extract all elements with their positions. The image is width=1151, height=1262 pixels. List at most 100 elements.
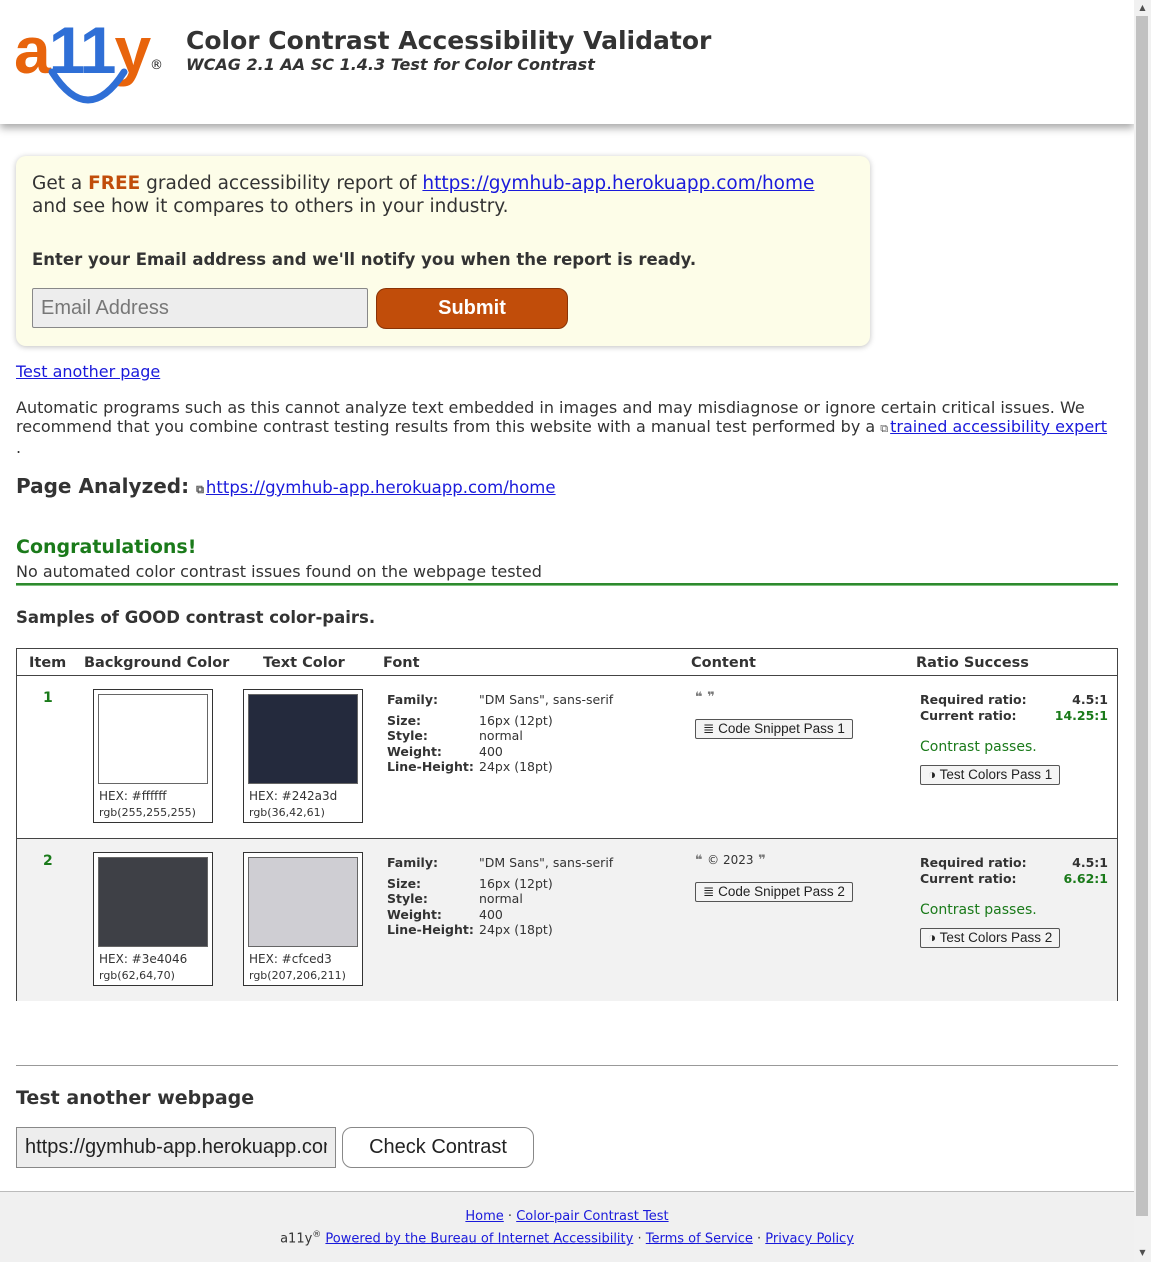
promo-free: FREE: [88, 173, 141, 194]
promo-url-link[interactable]: https://gymhub-app.herokuapp.com/home: [422, 173, 814, 194]
current-label: Current ratio:: [920, 708, 1017, 723]
logo-registered: ®: [150, 58, 163, 73]
required-value: 4.5:1: [1072, 692, 1108, 707]
col-header-text-color: Text Color: [263, 655, 345, 671]
test-colors-button[interactable]: ◑ Test Colors Pass 2: [920, 928, 1061, 948]
footer-powered-link[interactable]: Powered by the Bureau of Internet Access…: [325, 1231, 633, 1246]
footer-separator: ·: [507, 1209, 513, 1224]
line-height-label: Line-Height:: [387, 922, 474, 937]
font-style-label: Style:: [387, 728, 428, 743]
required-value: 4.5:1: [1072, 855, 1108, 870]
logo-smile-icon: [48, 68, 128, 104]
background-swatch: HEX: #ffffff rgb(255,255,255): [93, 689, 213, 823]
text-color-swatch: HEX: #242a3d rgb(36,42,61): [243, 689, 363, 823]
col-header-background: Background Color: [84, 655, 230, 671]
hex-value: HEX: #3e4046: [99, 952, 188, 966]
scrollbar-thumb[interactable]: [1136, 16, 1148, 1216]
code-snippet-button[interactable]: ≣ Code Snippet Pass 1: [695, 719, 853, 739]
scroll-down-arrow-icon[interactable]: ▼: [1134, 1248, 1151, 1257]
rgb-value: rgb(36,42,61): [249, 806, 325, 819]
font-style-value: normal: [479, 728, 523, 743]
hex-value: HEX: #ffffff: [99, 789, 167, 803]
table-row: 2 HEX: #3e4046 rgb(62,64,70) HEX: #cfced…: [17, 839, 1117, 1001]
required-label: Required ratio:: [920, 692, 1027, 707]
submit-button[interactable]: Submit: [376, 288, 568, 329]
test-another-page-link[interactable]: Test another page: [16, 362, 160, 381]
swatch-fill: [248, 857, 358, 947]
email-input[interactable]: [32, 288, 368, 328]
result-divider: [16, 583, 1118, 586]
rgb-value: rgb(255,255,255): [99, 806, 196, 819]
page-title: Color Contrast Accessibility Validator: [186, 26, 712, 55]
line-height-value: 24px (18pt): [479, 922, 553, 937]
trained-expert-link[interactable]: trained accessibility expert: [890, 417, 1107, 436]
result-heading: Congratulations!: [16, 536, 197, 558]
line-height-value: 24px (18pt): [479, 759, 553, 774]
page: a11y ® Color Contrast Accessibility Vali…: [0, 0, 1134, 1262]
footer-privacy-link[interactable]: Privacy Policy: [765, 1231, 854, 1246]
rgb-value: rgb(207,206,211): [249, 969, 346, 982]
disclaimer: Automatic programs such as this cannot a…: [16, 398, 1120, 457]
current-label: Current ratio:: [920, 871, 1017, 886]
snippet-label: Code Snippet Pass 1: [718, 721, 845, 736]
font-style-value: normal: [479, 891, 523, 906]
quote-close-icon: ❞: [707, 690, 715, 705]
footer-home-link[interactable]: Home: [465, 1209, 503, 1224]
samples-heading: Samples of GOOD contrast color-pairs.: [16, 608, 376, 627]
ratio-block: Required ratio: 4.5:1 Current ratio: 6.62:…: [920, 855, 1108, 887]
header: a11y ® Color Contrast Accessibility Vali…: [0, 0, 1134, 124]
required-label: Required ratio:: [920, 855, 1027, 870]
font-weight-label: Weight:: [387, 907, 442, 922]
page-analyzed-label: Page Analyzed:: [16, 474, 190, 498]
hex-value: HEX: #cfced3: [249, 952, 332, 966]
item-number: 1: [43, 690, 53, 706]
text-color-swatch: HEX: #cfced3 rgb(207,206,211): [243, 852, 363, 986]
font-weight-label: Weight:: [387, 744, 442, 759]
font-style-label: Style:: [387, 891, 428, 906]
ratio-block: Required ratio: 4.5:1 Current ratio: 14.25…: [920, 692, 1108, 724]
hex-value: HEX: #242a3d: [249, 789, 338, 803]
footer-links-top: Home · Color-pair Contrast Test: [0, 1209, 1134, 1224]
content-quote: ❝ ❞: [695, 690, 715, 705]
promo-notify-text: Enter your Email address and we'll notif…: [32, 250, 697, 269]
footer: Home · Color-pair Contrast Test a11y® Po…: [0, 1191, 1134, 1262]
swatch-fill: [248, 694, 358, 784]
quote-open-icon: ❝: [695, 690, 703, 705]
footer-registered: ®: [312, 1230, 322, 1240]
code-snippet-button[interactable]: ≣ Code Snippet Pass 2: [695, 882, 853, 902]
font-size-label: Size:: [387, 713, 422, 728]
page-subtitle: WCAG 2.1 AA SC 1.4.3 Test for Color Cont…: [186, 55, 595, 74]
scroll-up-arrow-icon[interactable]: ▲: [1134, 3, 1151, 12]
quote-open-icon: ❝: [695, 853, 703, 868]
promo-box: Get a FREE graded accessibility report o…: [16, 156, 870, 346]
analyzed-url-link[interactable]: https://gymhub-app.herokuapp.com/home: [206, 478, 556, 497]
a11y-logo[interactable]: a11y ®: [14, 12, 166, 112]
font-weight-value: 400: [479, 744, 503, 759]
test-another-heading: Test another webpage: [16, 1087, 255, 1109]
check-contrast-button[interactable]: Check Contrast: [342, 1127, 534, 1168]
font-family-label: Family:: [387, 855, 438, 870]
promo-get-a: Get a: [32, 173, 83, 194]
swatch-fill: [98, 857, 208, 947]
half-circle-icon: ◑: [928, 767, 937, 782]
footer-pair-test-link[interactable]: Color-pair Contrast Test: [516, 1209, 668, 1224]
content-text: © 2023: [707, 853, 754, 867]
current-value: 14.25:1: [1054, 708, 1108, 723]
col-header-ratio: Ratio Success: [916, 655, 1029, 671]
content-quote: ❝ © 2023 ❞: [695, 853, 766, 868]
url-input[interactable]: [16, 1127, 336, 1168]
current-ratio: Current ratio: 6.62:1: [920, 871, 1108, 887]
required-ratio: Required ratio: 4.5:1: [920, 855, 1108, 871]
current-value: 6.62:1: [1063, 871, 1108, 886]
font-size-value: 16px (12pt): [479, 876, 553, 891]
footer-terms-link[interactable]: Terms of Service: [646, 1231, 753, 1246]
font-family-label: Family:: [387, 692, 438, 707]
font-family-value: "DM Sans", sans-serif: [479, 692, 614, 707]
vertical-scrollbar[interactable]: ▲ ▼: [1134, 0, 1151, 1262]
test-colors-button[interactable]: ◑ Test Colors Pass 1: [920, 765, 1061, 785]
results-table: Item Background Color Text Color Font Co…: [16, 648, 1118, 1001]
footer-brand: a11y: [280, 1231, 313, 1247]
promo-compare-text: and see how it compares to others in you…: [32, 196, 509, 217]
rgb-value: rgb(62,64,70): [99, 969, 175, 982]
font-weight-value: 400: [479, 907, 503, 922]
